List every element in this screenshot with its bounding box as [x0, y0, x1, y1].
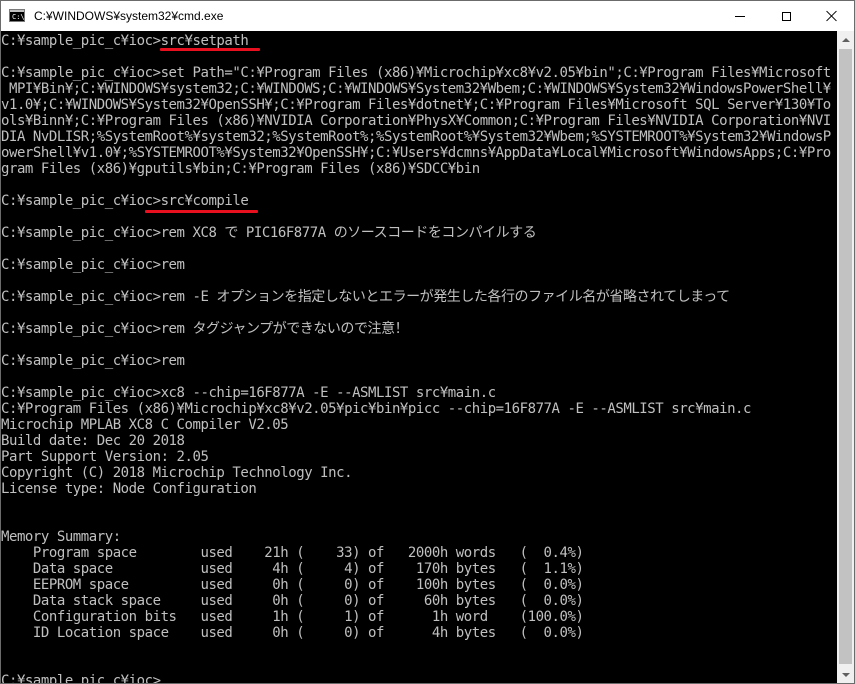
console-line: C:¥sample_pic_c¥ioc> [1, 673, 161, 683]
minimize-button[interactable] [717, 1, 763, 31]
scroll-up-icon [841, 37, 850, 42]
console-line: Program space used 21h ( 33) of 2000h wo… [1, 545, 584, 561]
console-line: Build date: Dec 20 2018 [1, 433, 185, 449]
title-bar[interactable]: C:\ C:¥WINDOWS¥system32¥cmd.exe [1, 1, 854, 31]
console-line: Data space used 4h ( 4) of 170h bytes ( … [1, 561, 584, 577]
console-line: Part Support Version: 2.05 [1, 449, 209, 465]
console-line: gram Files (x86)¥gputils¥bin;C:¥Program … [1, 161, 480, 177]
console-line: C:¥sample_pic_c¥ioc>rem タグジャンプができないので注意！ [1, 321, 409, 337]
console-line: C:¥sample_pic_c¥ioc>rem -E オプションを指定しないとエ… [1, 289, 730, 305]
console-line: C:¥sample_pic_c¥ioc>src¥compile [1, 193, 249, 209]
console-line: Configuration bits used 1h ( 1) of 1h wo… [1, 609, 584, 625]
console-line: C:¥sample_pic_c¥ioc>rem XC8 で PIC16F877A… [1, 225, 537, 241]
scroll-down-icon [841, 672, 850, 677]
scroll-up-button[interactable] [837, 31, 854, 48]
cmd-icon-prompt: C:\ [12, 13, 25, 21]
console-line: DIA NvDLISR;%SystemRoot%¥system32;%Syste… [1, 129, 831, 145]
console-line: C:¥sample_pic_c¥ioc>rem [1, 257, 185, 273]
maximize-icon [781, 11, 791, 21]
console-line: License type: Node Configuration [1, 481, 257, 497]
vertical-scrollbar[interactable] [837, 31, 854, 683]
console-line: Data stack space used 0h ( 0) of 60h byt… [1, 593, 584, 609]
cmd-window: C:\ C:¥WINDOWS¥system32¥cmd.exe C:¥sampl… [0, 0, 855, 684]
console-line: Microchip MPLAB XC8 C Compiler V2.05 [1, 417, 289, 433]
console-line: owerShell¥v1.0¥;%SYSTEMROOT%¥System32¥Op… [1, 145, 831, 161]
setpath-underline [160, 48, 260, 51]
scroll-down-button[interactable] [837, 666, 854, 683]
console-line: EEPROM space used 0h ( 0) of 100h bytes … [1, 577, 584, 593]
cmd-icon-bar [10, 10, 24, 12]
close-icon [826, 10, 838, 22]
cmd-icon[interactable]: C:\ [9, 9, 25, 22]
console-line: Memory Summary: [1, 529, 121, 545]
console-line: v1.0¥;C:¥WINDOWS¥System32¥OpenSSH¥;C:¥Pr… [1, 97, 831, 113]
console-line: MPI¥Bin¥;C:¥WINDOWS¥system32;C:¥WINDOWS;… [1, 81, 831, 97]
console-line: C:¥sample_pic_c¥ioc>xc8 --chip=16F877A -… [1, 385, 496, 401]
close-button[interactable] [809, 1, 854, 31]
console-line: C:¥sample_pic_c¥ioc>src¥setpath [1, 33, 249, 49]
console-output[interactable]: C:¥sample_pic_c¥ioc>src¥setpath C:¥sample… [1, 31, 837, 683]
maximize-button[interactable] [763, 1, 809, 31]
console-line: C:¥sample_pic_c¥ioc>rem [1, 353, 185, 369]
window-title: C:¥WINDOWS¥system32¥cmd.exe [34, 9, 224, 23]
console-line: C:¥sample_pic_c¥ioc>set Path="C:¥Program… [1, 65, 831, 81]
console-line: Copyright (C) 2018 Microchip Technology … [1, 465, 353, 481]
scroll-thumb[interactable] [839, 49, 852, 664]
console-line: ID Location space used 0h ( 0) of 4h byt… [1, 625, 584, 641]
compile-underline [145, 210, 258, 213]
console-line: C:¥Program Files (x86)¥Microchip¥xc8¥v2.… [1, 401, 751, 417]
minimize-icon [735, 15, 745, 17]
console-line: ols¥Binn¥;C:¥Program Files (x86)¥NVIDIA … [1, 113, 831, 129]
